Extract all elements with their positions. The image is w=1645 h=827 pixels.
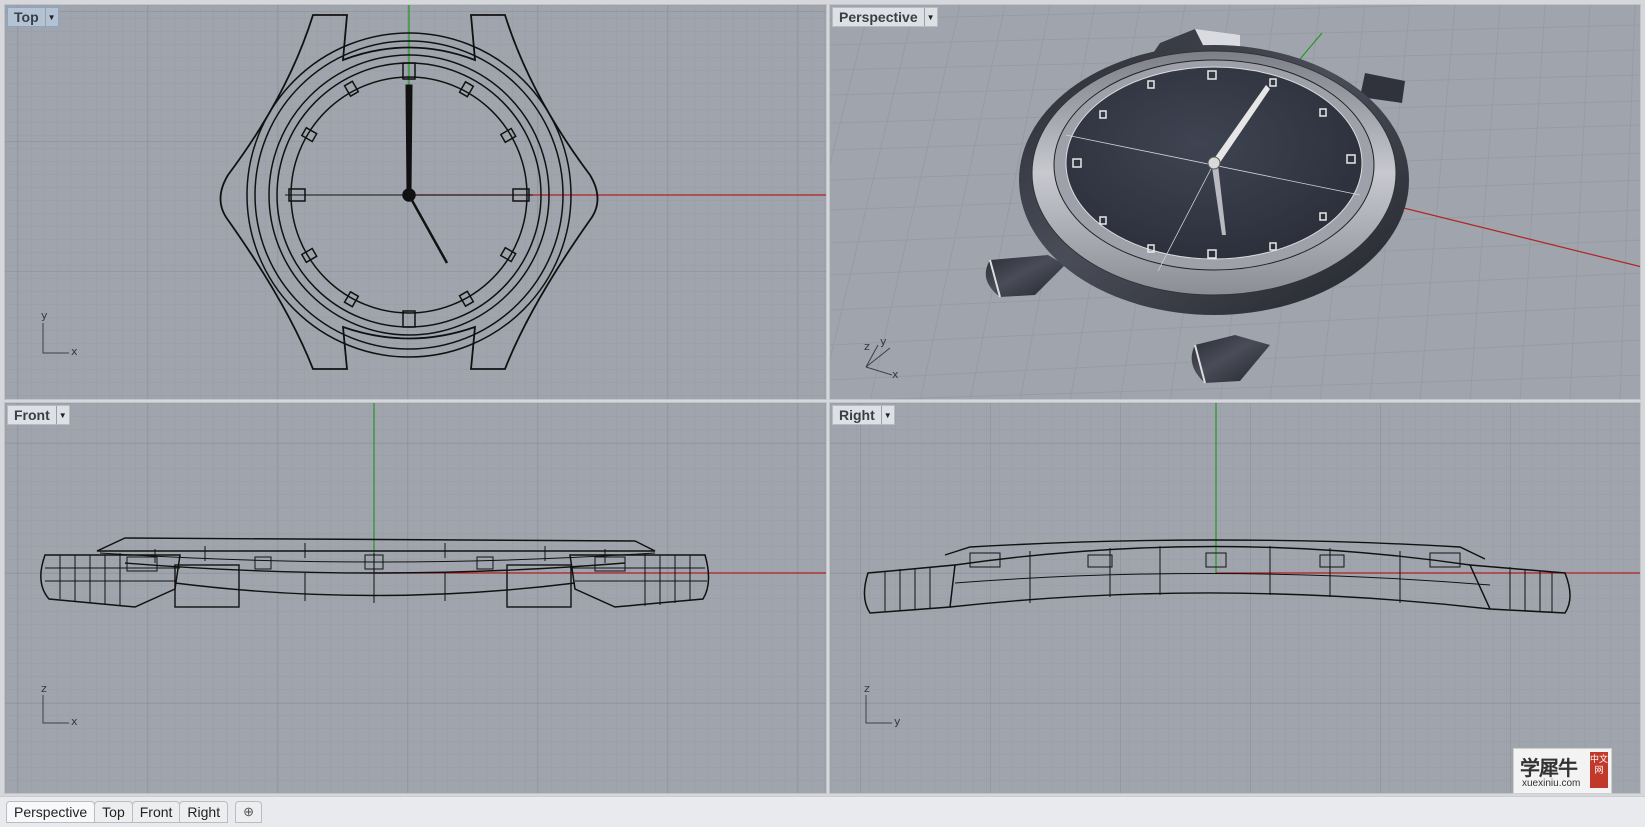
- viewport-title-perspective[interactable]: Perspective ▼: [832, 7, 938, 27]
- viewport-perspective[interactable]: z y x Perspective ▼: [829, 4, 1641, 400]
- caret-down-icon[interactable]: ▼: [923, 8, 937, 26]
- plus-circle-icon[interactable]: ⊕: [235, 801, 263, 823]
- tab-right[interactable]: Right: [179, 801, 229, 823]
- axis-h-label: x: [71, 715, 78, 728]
- viewport-title-right[interactable]: Right ▼: [832, 405, 895, 425]
- front-view-canvas[interactable]: z x: [5, 403, 827, 794]
- top-view-canvas[interactable]: y x: [5, 5, 827, 400]
- axis-h-label: x: [71, 345, 78, 358]
- perspective-view-canvas[interactable]: z y x: [830, 5, 1641, 400]
- axis-z-label: z: [864, 340, 870, 353]
- watermark-seal: 中文网: [1590, 752, 1608, 788]
- viewport-title-top[interactable]: Top ▼: [7, 7, 59, 27]
- tab-top[interactable]: Top: [94, 801, 133, 823]
- viewport-label[interactable]: Right: [833, 406, 881, 424]
- axis-v-label: z: [41, 682, 47, 695]
- axis-v-label: y: [880, 335, 887, 348]
- viewport-tabs-bar: Perspective Top Front Right ⊕: [0, 796, 1645, 827]
- watermark-title: 学犀牛: [1520, 756, 1578, 780]
- viewport-label[interactable]: Perspective: [833, 8, 924, 26]
- watermark-url: xuexiniu.com: [1522, 778, 1581, 789]
- viewport-front[interactable]: z x Front ▼: [4, 402, 827, 794]
- caret-down-icon[interactable]: ▼: [880, 406, 894, 424]
- tab-front[interactable]: Front: [131, 801, 181, 823]
- viewport-right[interactable]: z y Right ▼: [829, 402, 1641, 794]
- viewport-top[interactable]: y x Top ▼: [4, 4, 827, 400]
- axis-h-label: y: [894, 715, 901, 728]
- right-view-canvas[interactable]: z y: [830, 403, 1641, 794]
- axis-h-label: x: [892, 368, 899, 381]
- viewport-label[interactable]: Front: [8, 406, 56, 424]
- viewport-label[interactable]: Top: [8, 8, 45, 26]
- caret-down-icon[interactable]: ▼: [44, 8, 58, 26]
- watch-render-perspective[interactable]: [985, 29, 1409, 384]
- axis-v-label: z: [864, 682, 870, 695]
- axis-v-label: y: [41, 309, 48, 322]
- caret-down-icon[interactable]: ▼: [55, 406, 69, 424]
- watermark-logo: 学犀牛 xuexiniu.com 中文网: [1513, 748, 1612, 794]
- tab-perspective[interactable]: Perspective: [6, 801, 96, 823]
- viewport-title-front[interactable]: Front ▼: [7, 405, 70, 425]
